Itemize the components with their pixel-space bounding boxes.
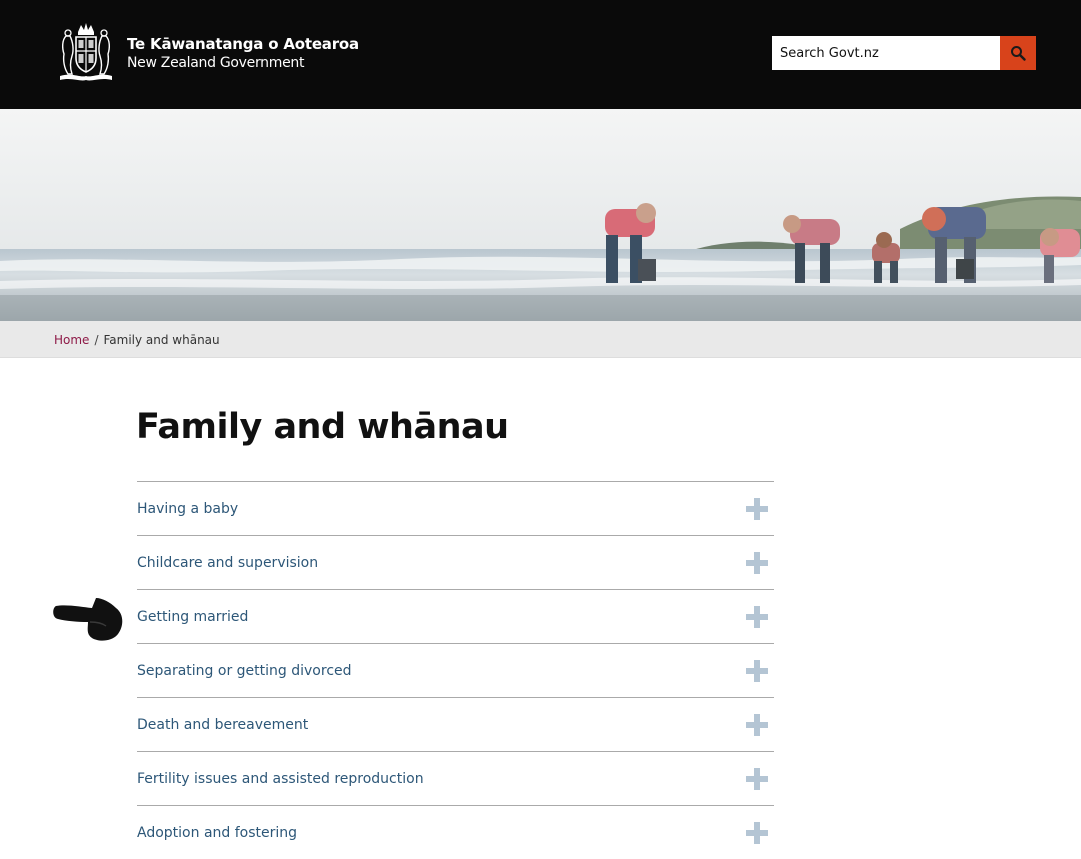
beach-scene-image (0, 109, 1081, 321)
breadcrumb-separator: / (94, 333, 99, 347)
accordion-item-adoption[interactable]: Adoption and fostering (137, 805, 774, 859)
accordion-item-having-a-baby[interactable]: Having a baby (137, 481, 774, 535)
breadcrumb-trail: Home / Family and whānau (54, 333, 220, 347)
accordion-item-label: Childcare and supervision (137, 555, 319, 571)
site-header: Te Kāwanatanga o Aotearoa New Zealand Go… (0, 0, 1081, 109)
accordion-item-death-bereavement[interactable]: Death and bereavement (137, 697, 774, 751)
plus-icon[interactable] (746, 714, 768, 736)
plus-icon[interactable] (746, 498, 768, 520)
accordion-item-label: Separating or getting divorced (137, 663, 352, 679)
plus-icon[interactable] (746, 552, 768, 574)
plus-icon[interactable] (746, 822, 768, 844)
accordion-item-fertility[interactable]: Fertility issues and assisted reproducti… (137, 751, 774, 805)
search-icon (1011, 46, 1026, 61)
search-form (772, 36, 1036, 70)
plus-icon[interactable] (746, 660, 768, 682)
logo-english-name: New Zealand Government (127, 54, 305, 71)
search-button[interactable] (1000, 36, 1036, 70)
breadcrumb-current: Family and whānau (103, 333, 220, 347)
accordion-item-label: Death and bereavement (137, 717, 309, 733)
accordion-item-childcare[interactable]: Childcare and supervision (137, 535, 774, 589)
breadcrumb-home-link[interactable]: Home (54, 333, 89, 347)
plus-icon[interactable] (746, 768, 768, 790)
govt-logo-link[interactable]: Te Kāwanatanga o Aotearoa New Zealand Go… (54, 22, 359, 84)
plus-icon[interactable] (746, 606, 768, 628)
accordion-item-separating[interactable]: Separating or getting divorced (137, 643, 774, 697)
accordion-item-label: Fertility issues and assisted reproducti… (137, 771, 424, 787)
accordion-item-getting-married[interactable]: Getting married (137, 589, 774, 643)
nz-coat-of-arms-icon (60, 23, 112, 81)
logo-text: Te Kāwanatanga o Aotearoa New Zealand Go… (127, 35, 359, 72)
accordion-item-label: Adoption and fostering (137, 825, 298, 841)
accordion-item-label: Getting married (137, 609, 249, 625)
logo-maori-name: Te Kāwanatanga o Aotearoa (127, 34, 359, 53)
breadcrumb: Home / Family and whānau (0, 321, 1081, 358)
search-input[interactable] (772, 36, 1000, 70)
hero-image (0, 109, 1081, 321)
pointing-hand-icon (53, 598, 123, 641)
accordion-item-label: Having a baby (137, 501, 239, 517)
page-title: Family and whānau (136, 407, 509, 447)
topic-accordion: Having a baby Childcare and supervision … (137, 481, 774, 859)
